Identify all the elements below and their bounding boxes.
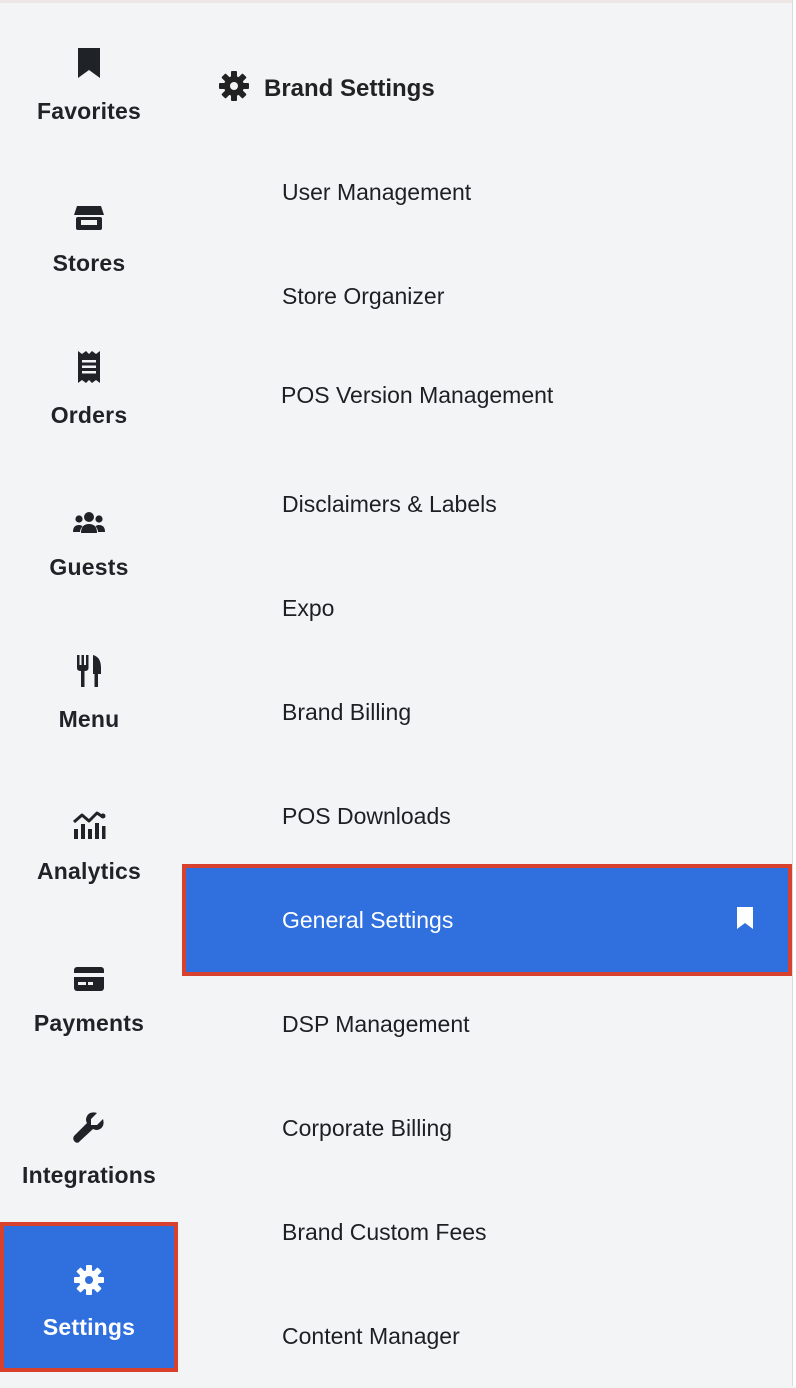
submenu-item-brand-custom-fees[interactable]: Brand Custom Fees bbox=[186, 1180, 788, 1284]
content-edge bbox=[792, 0, 796, 1386]
submenu-item-label: Brand Billing bbox=[282, 698, 412, 725]
submenu-item-label: General Settings bbox=[282, 906, 454, 933]
rail-item-label: Guests bbox=[49, 554, 129, 580]
submenu-title: Brand Settings bbox=[264, 74, 435, 102]
rail-item-settings[interactable]: Settings bbox=[0, 1222, 178, 1372]
submenu-item-pos-downloads[interactable]: POS Downloads bbox=[186, 764, 788, 868]
rail-item-label: Favorites bbox=[36, 98, 142, 124]
rail-item-payments[interactable]: Payments bbox=[0, 952, 178, 1104]
rail-item-menu[interactable]: Menu bbox=[0, 648, 178, 800]
submenu-item-label: Brand Custom Fees bbox=[282, 1218, 487, 1245]
rail-item-favorites[interactable]: Favorites bbox=[0, 40, 178, 192]
rail-item-label: Menu bbox=[58, 706, 120, 732]
rail-item-guests[interactable]: Guests bbox=[0, 496, 178, 648]
top-border bbox=[0, 0, 796, 3]
submenu-item-expo[interactable]: Expo bbox=[186, 556, 788, 660]
credit-card-icon bbox=[73, 952, 105, 992]
submenu-item-label: User Management bbox=[282, 178, 472, 205]
gear-icon bbox=[218, 70, 250, 107]
chart-icon bbox=[72, 800, 106, 840]
wrench-icon bbox=[72, 1104, 106, 1144]
submenu-item-label: Corporate Billing bbox=[282, 1114, 453, 1141]
submenu-item-pos-version-management[interactable]: POS Version Management bbox=[186, 343, 788, 447]
rail-item-orders[interactable]: Orders bbox=[0, 344, 178, 496]
submenu-item-store-organizer[interactable]: Store Organizer bbox=[186, 244, 788, 348]
store-icon bbox=[73, 192, 105, 232]
submenu-item-content-manager[interactable]: Content Manager bbox=[186, 1284, 788, 1388]
bookmark-icon[interactable] bbox=[736, 906, 754, 936]
rail-item-analytics[interactable]: Analytics bbox=[0, 800, 178, 952]
rail-item-label: Stores bbox=[52, 250, 126, 276]
rail-item-label: Analytics bbox=[36, 858, 142, 884]
submenu-header: Brand Settings bbox=[218, 70, 435, 107]
submenu-item-user-management[interactable]: User Management bbox=[186, 140, 788, 244]
rail-item-stores[interactable]: Stores bbox=[0, 192, 178, 344]
rail-item-label: Orders bbox=[50, 402, 128, 428]
submenu-item-label: POS Downloads bbox=[282, 802, 451, 829]
submenu-item-label: DSP Management bbox=[282, 1010, 470, 1037]
rail-item-label: Integrations bbox=[21, 1162, 157, 1188]
submenu-item-label: Store Organizer bbox=[282, 282, 445, 309]
receipt-icon bbox=[77, 344, 101, 384]
submenu-item-label: Content Manager bbox=[282, 1322, 460, 1349]
rail-item-label: Payments bbox=[33, 1010, 145, 1036]
submenu-item-label: Expo bbox=[282, 594, 335, 621]
rail-item-label: Settings bbox=[42, 1314, 136, 1340]
submenu-item-disclaimers-labels[interactable]: Disclaimers & Labels bbox=[186, 452, 788, 556]
submenu-item-general-settings[interactable]: General Settings bbox=[182, 864, 792, 976]
submenu-item-label: Disclaimers & Labels bbox=[282, 490, 497, 517]
submenu-item-corporate-billing[interactable]: Corporate Billing bbox=[186, 1076, 788, 1180]
gear-icon bbox=[73, 1256, 105, 1296]
users-icon bbox=[72, 496, 106, 536]
submenu-item-label: POS Version Management bbox=[281, 381, 554, 408]
submenu-item-dsp-management[interactable]: DSP Management bbox=[186, 972, 788, 1076]
submenu-item-brand-billing[interactable]: Brand Billing bbox=[186, 660, 788, 764]
utensils-icon bbox=[75, 648, 103, 688]
bookmark-icon bbox=[76, 40, 102, 80]
